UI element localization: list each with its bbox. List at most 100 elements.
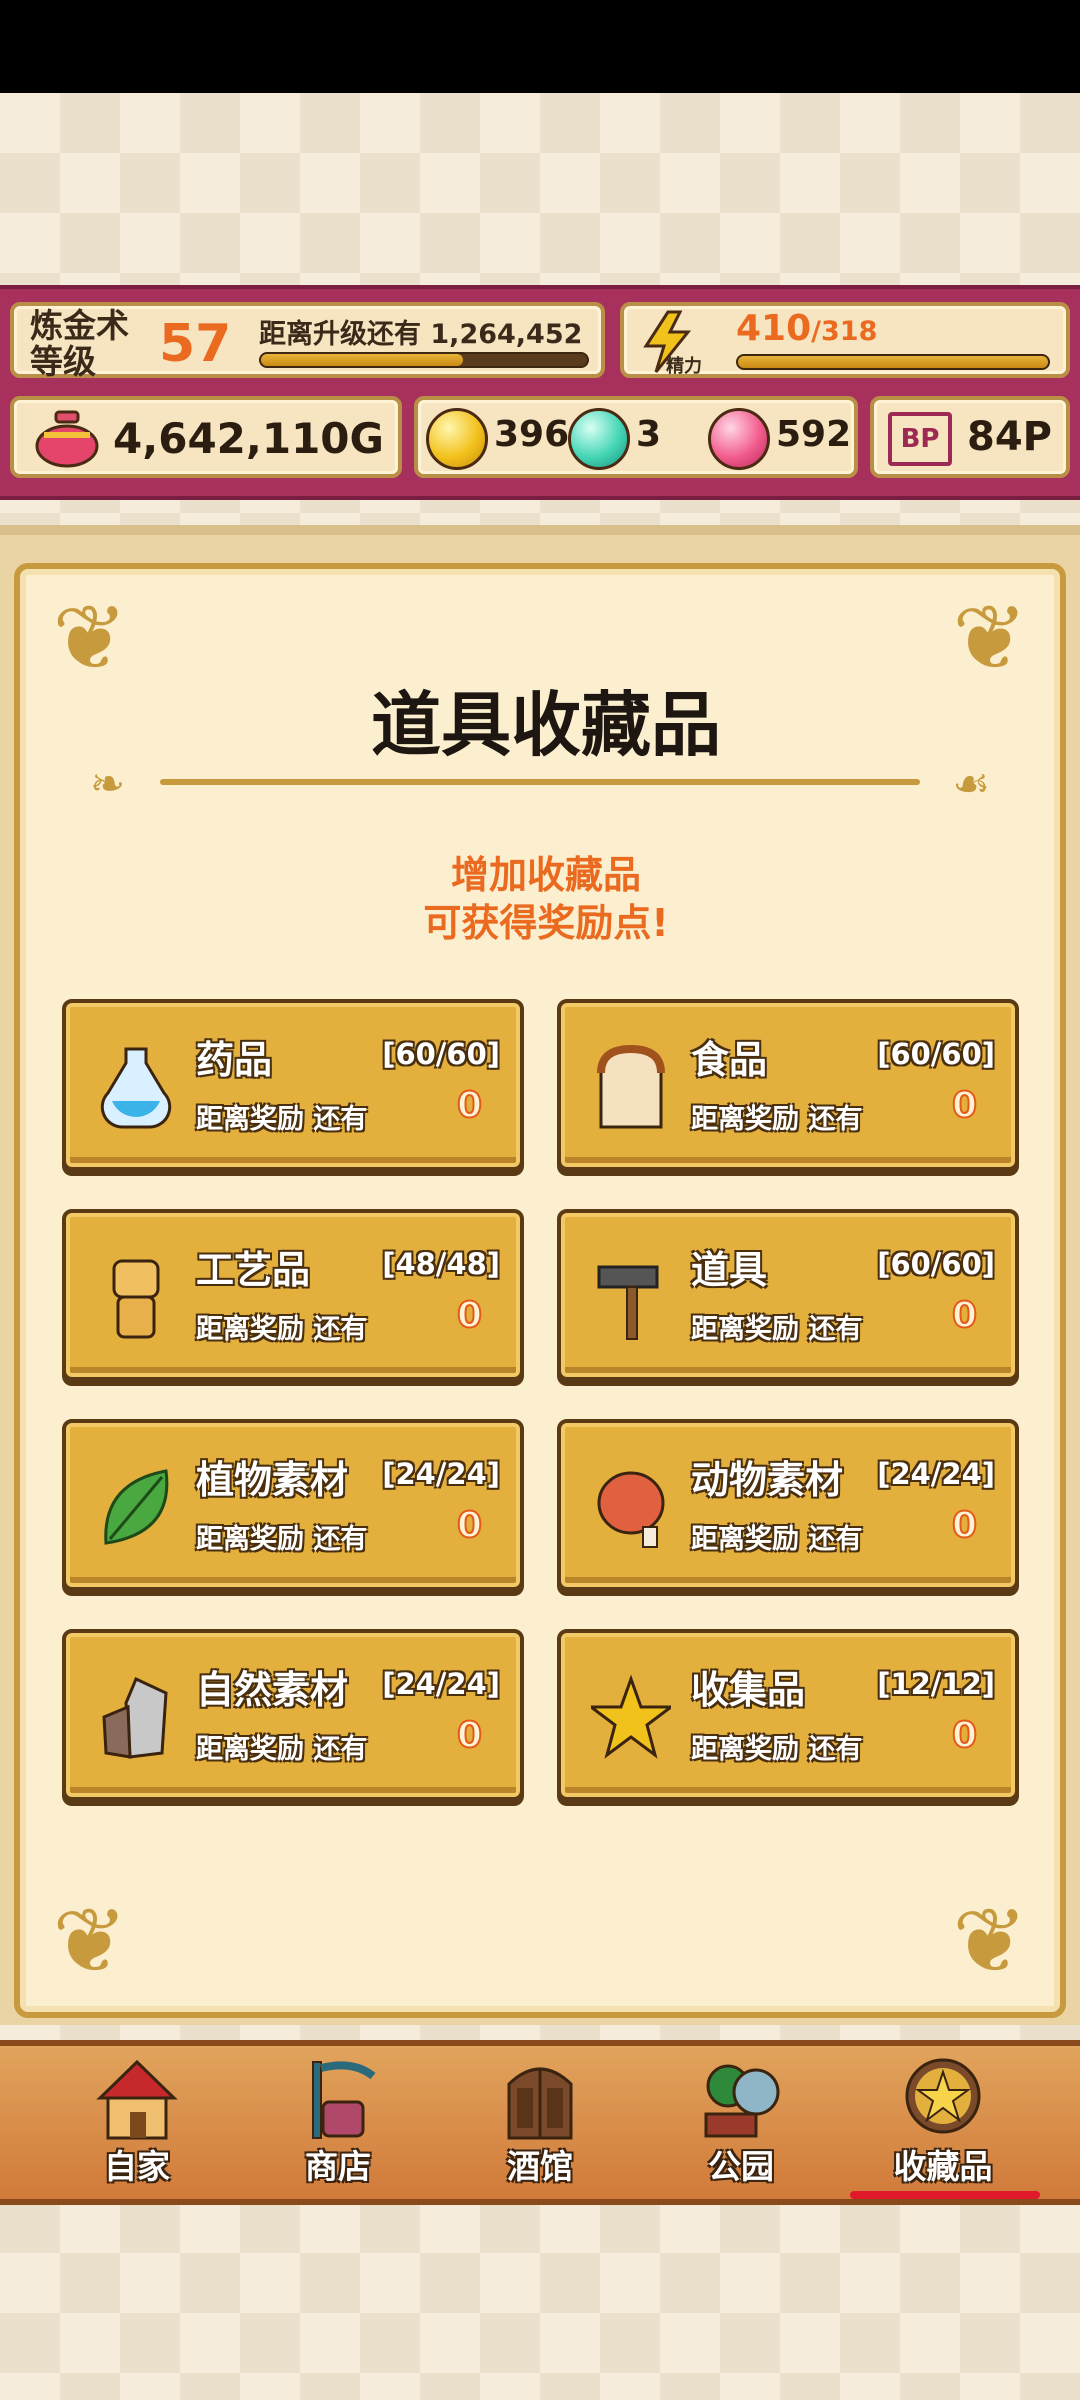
category-card[interactable]: 道具 [60/60] 距离奖励 还有 0 xyxy=(557,1209,1019,1381)
category-remaining: 0 xyxy=(951,1714,978,1757)
coin-purse-icon xyxy=(35,410,99,468)
collection-panel: ❦ ❦ ❦ ❦ 道具收藏品 ❧ ☙ 增加收藏品 可获得奖励点! 药品 [60/60… xyxy=(14,563,1066,2018)
level-progress-bar xyxy=(259,352,589,368)
nav-label-home: 自家 xyxy=(104,2147,170,2186)
category-card[interactable]: 收集品 [12/12] 距离奖励 还有 0 xyxy=(557,1629,1019,1801)
stone-icon xyxy=(102,1676,168,1759)
category-reward-text: 距离奖励 还有 xyxy=(196,1524,368,1555)
category-count: [60/60] xyxy=(877,1037,995,1071)
category-count: [24/24] xyxy=(382,1667,500,1701)
category-name: 药品 xyxy=(196,1038,273,1082)
category-card[interactable]: 植物素材 [24/24] 距离奖励 还有 0 xyxy=(62,1419,524,1591)
reward-hint: 增加收藏品 可获得奖励点! xyxy=(20,851,1072,947)
resource-hud: 炼金术 等级 57 距离升级还有 1,264,452 精力 410/318 4,… xyxy=(0,285,1080,500)
category-count: [24/24] xyxy=(382,1457,500,1491)
category-reward-text: 距离奖励 还有 xyxy=(691,1734,863,1765)
level-value: 57 xyxy=(159,314,232,374)
category-remaining: 0 xyxy=(456,1294,483,1337)
nav-item-park[interactable]: 公园 xyxy=(656,2046,826,2196)
pink-gem-icon xyxy=(708,408,770,470)
category-reward-text: 距离奖励 还有 xyxy=(691,1314,863,1345)
next-level-text: 距离升级还有 1,264,452 xyxy=(259,319,583,350)
bottom-nav: 自家 商店 酒馆 公园 收藏品 xyxy=(0,2040,1080,2205)
category-card[interactable]: 工艺品 [48/48] 距离奖励 还有 0 xyxy=(62,1209,524,1381)
alchemy-level-panel[interactable]: 炼金术 等级 57 距离升级还有 1,264,452 xyxy=(10,302,605,381)
energy-panel[interactable]: 精力 410/318 xyxy=(620,302,1070,378)
star-icon xyxy=(591,1674,671,1759)
energy-value: 410/318 xyxy=(736,308,878,349)
category-name: 植物素材 xyxy=(196,1458,349,1502)
category-reward-text: 距离奖励 还有 xyxy=(691,1524,863,1555)
bp-icon: BP xyxy=(888,412,952,466)
category-reward-text: 距离奖励 还有 xyxy=(196,1314,368,1345)
category-remaining: 0 xyxy=(951,1084,978,1127)
active-tab-indicator xyxy=(850,2191,1040,2199)
status-bar xyxy=(0,0,1080,93)
energy-progress-fill xyxy=(738,356,1048,368)
gold-value: 4,642,110G xyxy=(113,414,384,463)
nav-item-home[interactable]: 自家 xyxy=(52,2046,222,2196)
level-progress-fill xyxy=(261,354,464,366)
yellow-gem-value: 396 xyxy=(494,414,570,455)
divider-ornament-right: ☙ xyxy=(952,759,990,808)
category-card[interactable]: 药品 [60/60] 距离奖励 还有 0 xyxy=(62,999,524,1171)
leaf-icon xyxy=(104,1469,169,1545)
craft-doll-icon xyxy=(112,1259,160,1339)
cyan-gem-icon xyxy=(568,408,630,470)
corner-ornament: ❦ xyxy=(52,1889,128,1994)
category-count: [12/12] xyxy=(877,1667,995,1701)
category-name: 收集品 xyxy=(691,1668,806,1712)
hammer-icon xyxy=(597,1265,659,1340)
category-reward-text: 距离奖励 还有 xyxy=(196,1734,368,1765)
page-title: 道具收藏品 xyxy=(371,684,721,766)
reward-hint-line1: 增加收藏品 xyxy=(450,853,641,897)
category-name: 道具 xyxy=(691,1248,768,1292)
category-count: [24/24] xyxy=(877,1457,995,1491)
yellow-gem-icon xyxy=(426,408,488,470)
category-name: 动物素材 xyxy=(691,1458,844,1502)
category-card[interactable]: 动物素材 [24/24] 距离奖励 还有 0 xyxy=(557,1419,1019,1591)
level-label: 炼金术 等级 xyxy=(30,306,129,381)
category-remaining: 0 xyxy=(456,1504,483,1547)
potion-icon xyxy=(100,1047,172,1129)
pink-gem-value: 592 xyxy=(776,414,852,455)
category-card[interactable]: 食品 [60/60] 距离奖励 还有 0 xyxy=(557,999,1019,1171)
nav-item-collection[interactable]: 收藏品 xyxy=(858,2046,1028,2196)
bp-panel[interactable]: BP 84P xyxy=(870,396,1070,478)
category-name: 食品 xyxy=(691,1038,768,1082)
category-card[interactable]: 自然素材 [24/24] 距离奖励 还有 0 xyxy=(62,1629,524,1801)
gems-panel[interactable]: 396 3 592 xyxy=(414,396,858,478)
bp-value: 84P xyxy=(967,414,1052,460)
nav-item-shop[interactable]: 商店 xyxy=(253,2046,423,2196)
bread-icon xyxy=(597,1044,665,1129)
energy-progress-bar xyxy=(736,354,1050,370)
nav-label-tavern: 酒馆 xyxy=(507,2147,573,2186)
house-icon xyxy=(96,2059,178,2140)
category-name: 自然素材 xyxy=(196,1668,349,1712)
title-divider xyxy=(160,779,920,785)
divider-ornament-left: ❧ xyxy=(90,759,126,808)
tavern-door-icon xyxy=(507,2067,573,2140)
category-count: [60/60] xyxy=(382,1037,500,1071)
energy-label: 精力 xyxy=(666,356,702,377)
star-medal-icon xyxy=(905,2058,981,2134)
cyan-gem-value: 3 xyxy=(636,414,662,455)
category-name: 工艺品 xyxy=(196,1248,311,1292)
nav-label-shop: 商店 xyxy=(305,2147,371,2186)
nav-label-collection: 收藏品 xyxy=(893,2147,993,2186)
category-reward-text: 距离奖励 还有 xyxy=(691,1104,863,1135)
gold-panel[interactable]: 4,642,110G xyxy=(10,396,402,478)
category-remaining: 0 xyxy=(456,1084,483,1127)
meat-icon xyxy=(597,1471,665,1548)
collection-frame: ❦ ❦ ❦ ❦ 道具收藏品 ❧ ☙ 增加收藏品 可获得奖励点! 药品 [60/60… xyxy=(0,525,1080,2025)
category-remaining: 0 xyxy=(456,1714,483,1757)
park-icon xyxy=(704,2064,780,2138)
category-remaining: 0 xyxy=(951,1294,978,1337)
nav-label-park: 公园 xyxy=(708,2147,774,2186)
nav-item-tavern[interactable]: 酒馆 xyxy=(455,2046,625,2196)
category-remaining: 0 xyxy=(951,1504,978,1547)
shop-icon xyxy=(312,2061,376,2139)
corner-ornament: ❦ xyxy=(952,1889,1028,1994)
category-count: [48/48] xyxy=(382,1247,500,1281)
category-reward-text: 距离奖励 还有 xyxy=(196,1104,368,1135)
